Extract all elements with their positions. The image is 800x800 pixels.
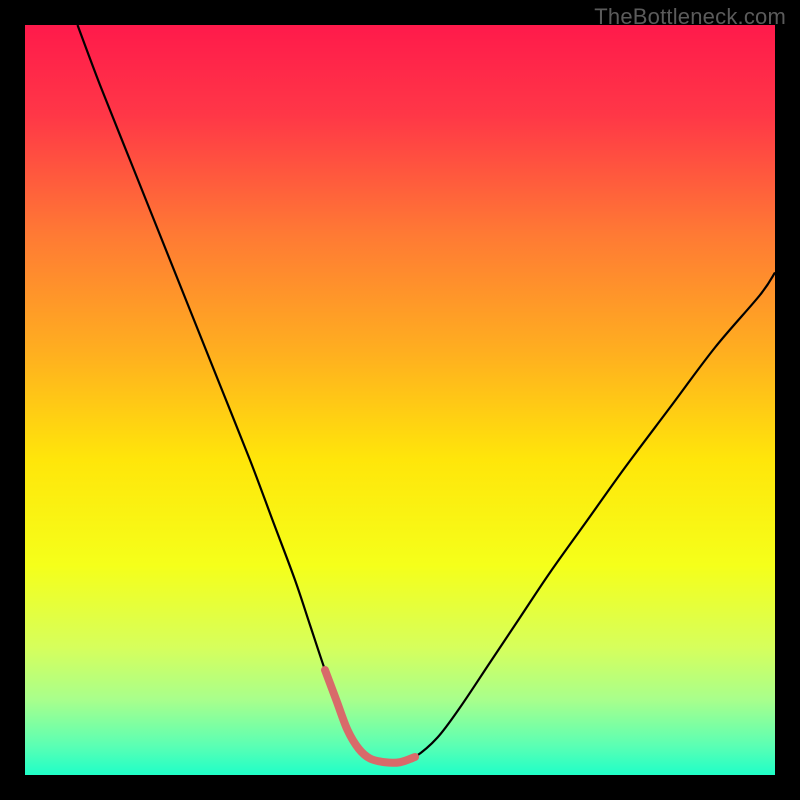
chart-plot-area (25, 25, 775, 775)
chart-background (25, 25, 775, 775)
watermark-text: TheBottleneck.com (594, 4, 786, 30)
chart-frame: TheBottleneck.com (0, 0, 800, 800)
chart-svg (25, 25, 775, 775)
